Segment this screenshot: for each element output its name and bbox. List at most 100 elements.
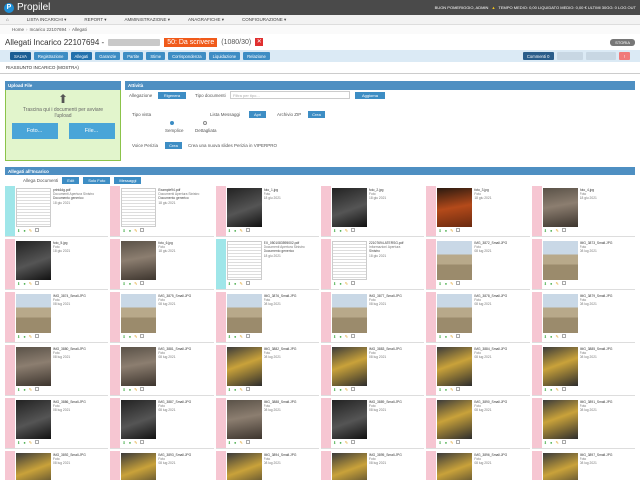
attachment-card[interactable]: IMG_3887_Small.JPG Foto 08 lug 2021 ⬇ ● ✎ (110, 398, 214, 449)
attachment-card[interactable]: foto_6.jpg Foto 18 giu 2021 ⬇ ● ✎ (110, 239, 214, 290)
select-checkbox[interactable] (245, 281, 250, 285)
attachment-card[interactable]: IMG_3891_Small.JPG Foto 08 lug 2021 ⬇ ● ✎ (531, 398, 635, 449)
attachment-thumbnail[interactable] (437, 400, 473, 439)
status-icon[interactable]: ● (234, 281, 236, 286)
tab-relazione[interactable]: Relazione (243, 52, 270, 60)
edit-icon[interactable]: ✎ (345, 228, 348, 233)
download-icon[interactable]: ⬇ (544, 440, 547, 445)
attachment-card[interactable]: IMG_3876_Small.JPG Foto 08 lug 2021 ⬇ ● ✎ (215, 292, 319, 343)
attachment-card[interactable]: IMG_3885_Small.JPG Foto 08 lug 2021 ⬇ ● ✎ (531, 345, 635, 396)
download-icon[interactable]: ⬇ (17, 334, 20, 339)
attachment-card[interactable]: foto_4.jpg Foto 18 giu 2021 ⬇ ● ✎ (531, 186, 635, 237)
solo-foto-button[interactable]: Solo Foto (83, 177, 111, 184)
edit-icon[interactable]: ✎ (555, 334, 558, 339)
edit-icon[interactable]: ✎ (239, 440, 242, 445)
download-icon[interactable]: ⬇ (228, 281, 231, 286)
attachment-card[interactable]: IMG_3897_Small.JPGFoto08 lug 2021⬇●✎ (531, 451, 635, 480)
download-icon[interactable]: ⬇ (17, 281, 20, 286)
delete-action[interactable]: ! (618, 52, 630, 60)
attachment-card[interactable]: IMG_3896_Small.JPGFoto08 lug 2021⬇●✎ (426, 451, 529, 480)
apri-button[interactable]: Apri (249, 111, 266, 118)
nav-report[interactable]: REPORT ▾ (84, 17, 106, 23)
tab-garanzie[interactable]: Garanzie (95, 52, 121, 60)
select-checkbox[interactable] (140, 281, 145, 285)
status-icon[interactable]: ● (550, 440, 552, 445)
select-checkbox[interactable] (245, 228, 250, 232)
attachment-thumbnail[interactable] (16, 347, 51, 386)
select-checkbox[interactable] (351, 281, 356, 285)
select-checkbox[interactable] (245, 387, 250, 391)
download-icon[interactable]: ⬇ (438, 281, 441, 286)
radio-dettagliata[interactable] (203, 121, 207, 125)
select-checkbox[interactable] (140, 228, 145, 232)
status-icon[interactable]: ● (234, 387, 236, 392)
select-checkbox[interactable] (456, 387, 461, 391)
select-checkbox[interactable] (351, 334, 356, 338)
nav-amministrazione[interactable]: AMMINISTRAZIONE ▾ (125, 17, 171, 23)
tab-stime[interactable]: Stime (146, 52, 166, 60)
select-checkbox[interactable] (35, 440, 40, 444)
edit-icon[interactable]: ✎ (450, 334, 453, 339)
stats-text[interactable]: TEMPO MEDIO: 0,00 LIQUIDATO MEDIO: 0,00 … (498, 5, 636, 10)
select-checkbox[interactable] (35, 334, 40, 338)
select-checkbox[interactable] (35, 228, 40, 232)
attachment-thumbnail[interactable] (226, 294, 262, 333)
attachment-card[interactable]: IMG_3893_Small.JPGFoto08 lug 2021⬇●✎ (110, 451, 213, 480)
attachment-thumbnail[interactable] (121, 347, 157, 386)
tipo-documenti-filter[interactable]: Filtra per tipo... (230, 91, 350, 99)
attachment-thumbnail[interactable] (437, 241, 473, 280)
download-icon[interactable]: ⬇ (544, 281, 547, 286)
status-icon[interactable]: ● (23, 281, 25, 286)
attachment-card[interactable]: IMG_3882_Small.JPG Foto 08 lug 2021 ⬇ ● ✎ (215, 345, 319, 396)
upload-foto-button[interactable]: Foto... (11, 123, 58, 139)
attachment-thumbnail[interactable] (16, 294, 51, 333)
attachment-thumbnail[interactable] (332, 294, 367, 333)
attachment-card[interactable]: IMG_3872_Small.JPG Foto 08 lug 2021 ⬇ ● ✎ (426, 239, 530, 290)
status-icon[interactable]: ● (23, 440, 25, 445)
attachment-card[interactable]: IMG_3873_Small.JPG Foto 08 lug 2021 ⬇ ● ✎ (531, 239, 635, 290)
tab-allegati[interactable]: Allegati (70, 52, 93, 60)
crea-perizia-button[interactable]: Crea (165, 142, 182, 149)
disabled-action-2[interactable] (585, 52, 616, 60)
download-icon[interactable]: ⬇ (122, 387, 125, 392)
attachment-thumbnail[interactable] (437, 453, 473, 480)
edit-icon[interactable]: ✎ (450, 387, 453, 392)
attachment-thumbnail[interactable] (16, 400, 51, 439)
download-icon[interactable]: ⬇ (122, 440, 125, 445)
attachment-thumbnail[interactable] (16, 188, 51, 227)
attachment-card[interactable]: IMG_3895_Small.JPGFoto08 lug 2021⬇●✎ (321, 451, 424, 480)
attachment-card[interactable]: EX_0501083595002.pdf Documenti Apertura S… (215, 239, 319, 290)
nav-anagrafiche[interactable]: ANAGRAFICHE ▾ (188, 17, 224, 23)
edit-icon[interactable]: ✎ (345, 281, 348, 286)
status-icon[interactable]: ● (234, 334, 236, 339)
select-checkbox[interactable] (456, 281, 461, 285)
select-checkbox[interactable] (351, 440, 356, 444)
tab-liquidazione[interactable]: Liquidazione (208, 52, 241, 60)
status-icon[interactable]: ● (550, 281, 552, 286)
status-icon[interactable]: ● (445, 228, 447, 233)
attachment-thumbnail[interactable] (332, 400, 367, 439)
attachment-card[interactable]: IMG_3879_Small.JPG Foto 08 lug 2021 ⬇ ● ✎ (531, 292, 635, 343)
storia-button[interactable]: STORIA (610, 38, 635, 46)
edit-icon[interactable]: ✎ (29, 387, 32, 392)
edit-icon[interactable]: ✎ (29, 281, 32, 286)
select-checkbox[interactable] (456, 334, 461, 338)
commenti-button[interactable]: Commenti 0 (522, 52, 554, 60)
download-icon[interactable]: ⬇ (438, 440, 441, 445)
attachment-card[interactable]: IMG_3874_Small.JPG Foto 08 lug 2021 ⬇ ● ✎ (5, 292, 109, 343)
attachment-thumbnail[interactable] (16, 241, 51, 280)
select-checkbox[interactable] (456, 440, 461, 444)
download-icon[interactable]: ⬇ (544, 334, 547, 339)
attachment-thumbnail[interactable] (542, 453, 578, 480)
status-icon[interactable]: ● (550, 334, 552, 339)
select-checkbox[interactable] (35, 387, 40, 391)
rigenera-button[interactable]: Rigenera (158, 92, 186, 99)
status-icon[interactable]: ● (445, 334, 447, 339)
attachment-thumbnail[interactable] (121, 400, 157, 439)
select-checkbox[interactable] (561, 281, 566, 285)
attachment-thumbnail[interactable] (121, 453, 157, 480)
select-checkbox[interactable] (351, 387, 356, 391)
edit-icon[interactable]: ✎ (345, 440, 348, 445)
status-icon[interactable]: ● (339, 228, 341, 233)
attachment-thumbnail[interactable] (542, 400, 578, 439)
